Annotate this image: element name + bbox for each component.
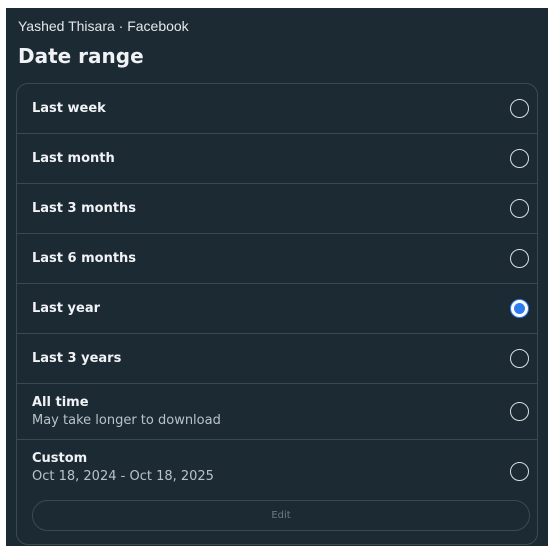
radio-icon[interactable] — [510, 462, 529, 481]
option-label: Last 3 years — [32, 351, 122, 366]
option-label: Last 3 months — [32, 201, 137, 216]
option-label: Last month — [32, 151, 115, 166]
edit-button[interactable]: Edit — [32, 500, 530, 531]
option-last-3-years[interactable]: Last 3 years — [17, 334, 537, 384]
radio-icon[interactable] — [510, 349, 529, 368]
option-all-time[interactable]: All time May take longer to download — [17, 384, 537, 440]
radio-icon[interactable] — [510, 149, 529, 168]
option-last-month[interactable]: Last month — [17, 134, 537, 184]
option-last-year[interactable]: Last year — [17, 284, 537, 334]
radio-icon[interactable] — [510, 402, 529, 421]
page-title: Date range — [18, 44, 144, 68]
date-range-options: Last week Last month Last 3 months Last … — [16, 83, 538, 545]
option-sublabel: May take longer to download — [32, 413, 221, 428]
option-last-week[interactable]: Last week — [17, 84, 537, 134]
option-label: Last 6 months — [32, 251, 137, 266]
option-last-3-months[interactable]: Last 3 months — [17, 184, 537, 234]
option-last-6-months[interactable]: Last 6 months — [17, 234, 537, 284]
radio-icon[interactable] — [510, 249, 529, 268]
radio-checked-icon[interactable] — [510, 299, 529, 318]
option-label: Custom — [32, 451, 88, 466]
radio-icon[interactable] — [510, 99, 529, 118]
radio-icon[interactable] — [510, 199, 529, 218]
option-label: Last week — [32, 101, 106, 116]
option-label: Last year — [32, 301, 101, 316]
option-sublabel: Oct 18, 2024 - Oct 18, 2025 — [32, 469, 214, 484]
account-label: Yashed Thisara · Facebook — [18, 18, 189, 34]
date-range-screen: Yashed Thisara · Facebook Date range Las… — [6, 8, 548, 546]
option-label: All time — [32, 395, 89, 410]
